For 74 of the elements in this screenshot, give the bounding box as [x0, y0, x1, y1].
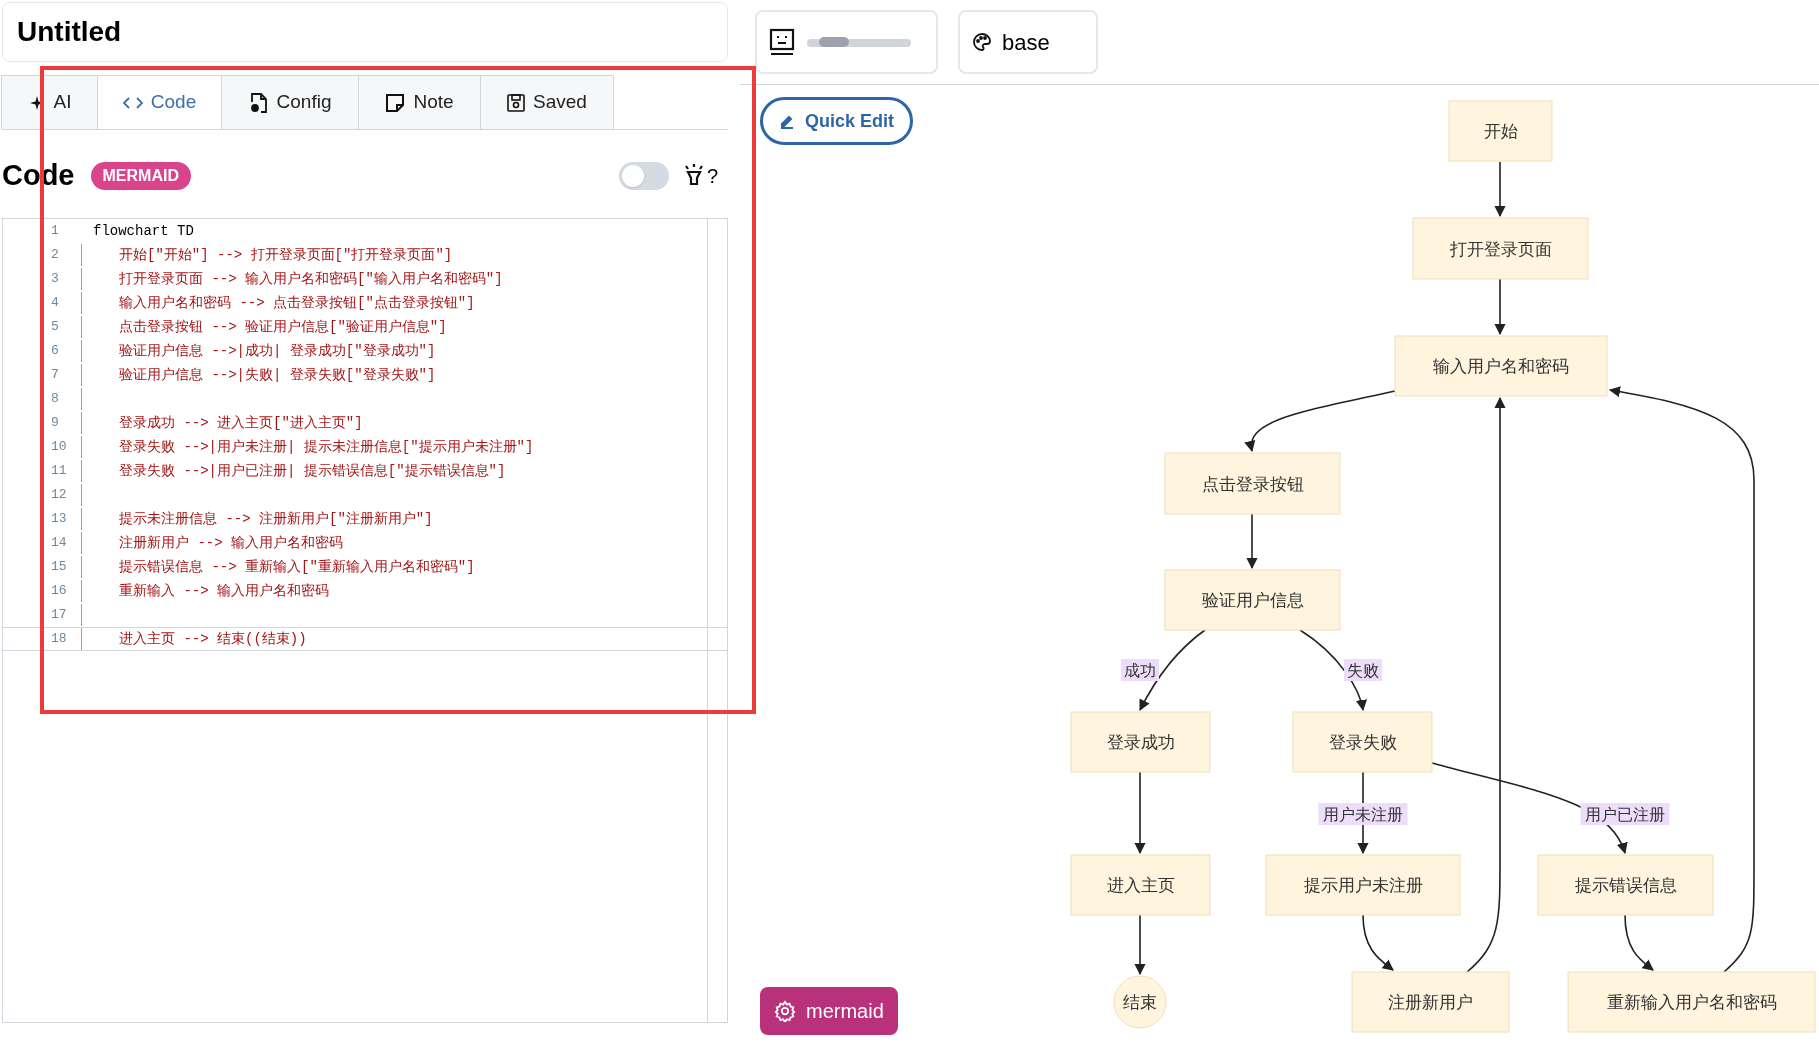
- edge-label: 用户未注册: [1318, 803, 1408, 825]
- flowchart-node: 提示错误信息: [1537, 854, 1714, 916]
- tab[interactable]: AI: [1, 75, 98, 129]
- code-line: 登录失败 -->|用户已注册| 提示错误信息["提示错误信息"]: [119, 461, 506, 481]
- tab[interactable]: Saved: [480, 75, 614, 129]
- flowchart-node: 开始: [1448, 100, 1553, 162]
- line-number: 5: [50, 318, 60, 337]
- line-number: 12: [50, 486, 68, 505]
- flowchart-node: 登录失败: [1292, 711, 1433, 773]
- help-link[interactable]: ?: [706, 161, 718, 191]
- code-line: 登录失败 -->|用户未注册| 提示未注册信息["提示用户未注册"]: [119, 437, 534, 457]
- theme-button[interactable]: base: [958, 10, 1098, 74]
- line-number: 11: [50, 462, 68, 481]
- line-number: 18: [50, 630, 68, 649]
- tab[interactable]: Config: [221, 75, 359, 129]
- line-number: 2: [50, 246, 60, 265]
- gear-icon: [774, 1000, 796, 1022]
- edge-label: 成功: [1121, 659, 1159, 681]
- layout-button[interactable]: [755, 10, 938, 74]
- code-line: 验证用户信息 -->|失败| 登录失败["登录失败"]: [119, 365, 436, 385]
- mermaid-button[interactable]: mermaid: [760, 987, 898, 1035]
- flowchart-node: 打开登录页面: [1412, 217, 1589, 280]
- code-line: 提示未注册信息 --> 注册新用户["注册新用户"]: [119, 509, 433, 529]
- code-line: flowchart TD: [93, 221, 194, 241]
- code-line: 输入用户名和密码 --> 点击登录按钮["点击登录按钮"]: [119, 293, 475, 313]
- connector-arrow: [1494, 161, 1506, 218]
- flowchart-node: 验证用户信息: [1164, 569, 1341, 631]
- edge-label: 用户已注册: [1580, 803, 1670, 825]
- line-number: 9: [50, 414, 60, 433]
- connector-arrow: [1134, 914, 1146, 976]
- flowchart-node: 点击登录按钮: [1164, 452, 1341, 515]
- code-icon: [122, 95, 143, 110]
- palette-icon: [972, 32, 992, 52]
- line-number: 15: [50, 558, 68, 577]
- code-line: 重新输入 --> 输入用户名和密码: [119, 581, 329, 601]
- flowchart-node: 输入用户名和密码: [1394, 335, 1608, 397]
- flowchart-node: 结束: [1113, 975, 1167, 1029]
- code-line: 登录成功 --> 进入主页["进入主页"]: [119, 413, 363, 433]
- file-gear-icon: [248, 91, 269, 114]
- line-number: 14: [50, 534, 68, 553]
- code-line: 提示错误信息 --> 重新输入["重新输入用户名和密码"]: [119, 557, 475, 577]
- code-line: 开始["开始"] --> 打开登录页面["打开登录页面"]: [119, 245, 453, 265]
- toggle-switch[interactable]: [618, 162, 669, 190]
- line-number: 3: [50, 270, 60, 289]
- line-number: 10: [50, 438, 68, 457]
- pencil-icon: [779, 113, 795, 129]
- line-number: 13: [50, 510, 68, 529]
- tab[interactable]: Note: [358, 75, 481, 129]
- line-number: 1: [50, 222, 60, 241]
- flowchart-node: 进入主页: [1070, 854, 1211, 916]
- line-number: 7: [50, 366, 60, 385]
- document-title[interactable]: Untitled: [17, 11, 122, 53]
- connector-arrow: [1246, 513, 1258, 570]
- line-number: 16: [50, 582, 68, 601]
- flowchart-node: 重新输入用户名和密码: [1567, 971, 1816, 1033]
- code-line: 验证用户信息 -->|成功| 登录成功["登录成功"]: [119, 341, 436, 361]
- edge-label: 失败: [1344, 659, 1382, 681]
- flowchart-node: 登录成功: [1070, 711, 1211, 773]
- line-number: 6: [50, 342, 60, 361]
- code-line: 注册新用户 --> 输入用户名和密码: [119, 533, 343, 553]
- flowchart-node: 注册新用户: [1351, 971, 1510, 1033]
- code-line: 进入主页 --> 结束((结束)): [119, 629, 307, 649]
- code-line: 打开登录页面 --> 输入用户名和密码["输入用户名和密码"]: [119, 269, 503, 289]
- flowchart-node: 提示用户未注册: [1265, 854, 1461, 916]
- layout-icon: [769, 28, 795, 56]
- connector-arrow: [1362, 914, 1394, 971]
- line-number: 17: [50, 606, 68, 625]
- line-number: 8: [50, 390, 60, 409]
- language-badge: MERMAID: [90, 162, 191, 190]
- code-line: 点击登录按钮 --> 验证用户信息["验证用户信息"]: [119, 317, 447, 337]
- line-number: 4: [50, 294, 60, 313]
- quick-edit-button[interactable]: Quick Edit: [760, 97, 913, 145]
- note-icon: [385, 92, 406, 113]
- connector-arrow: [1494, 278, 1506, 336]
